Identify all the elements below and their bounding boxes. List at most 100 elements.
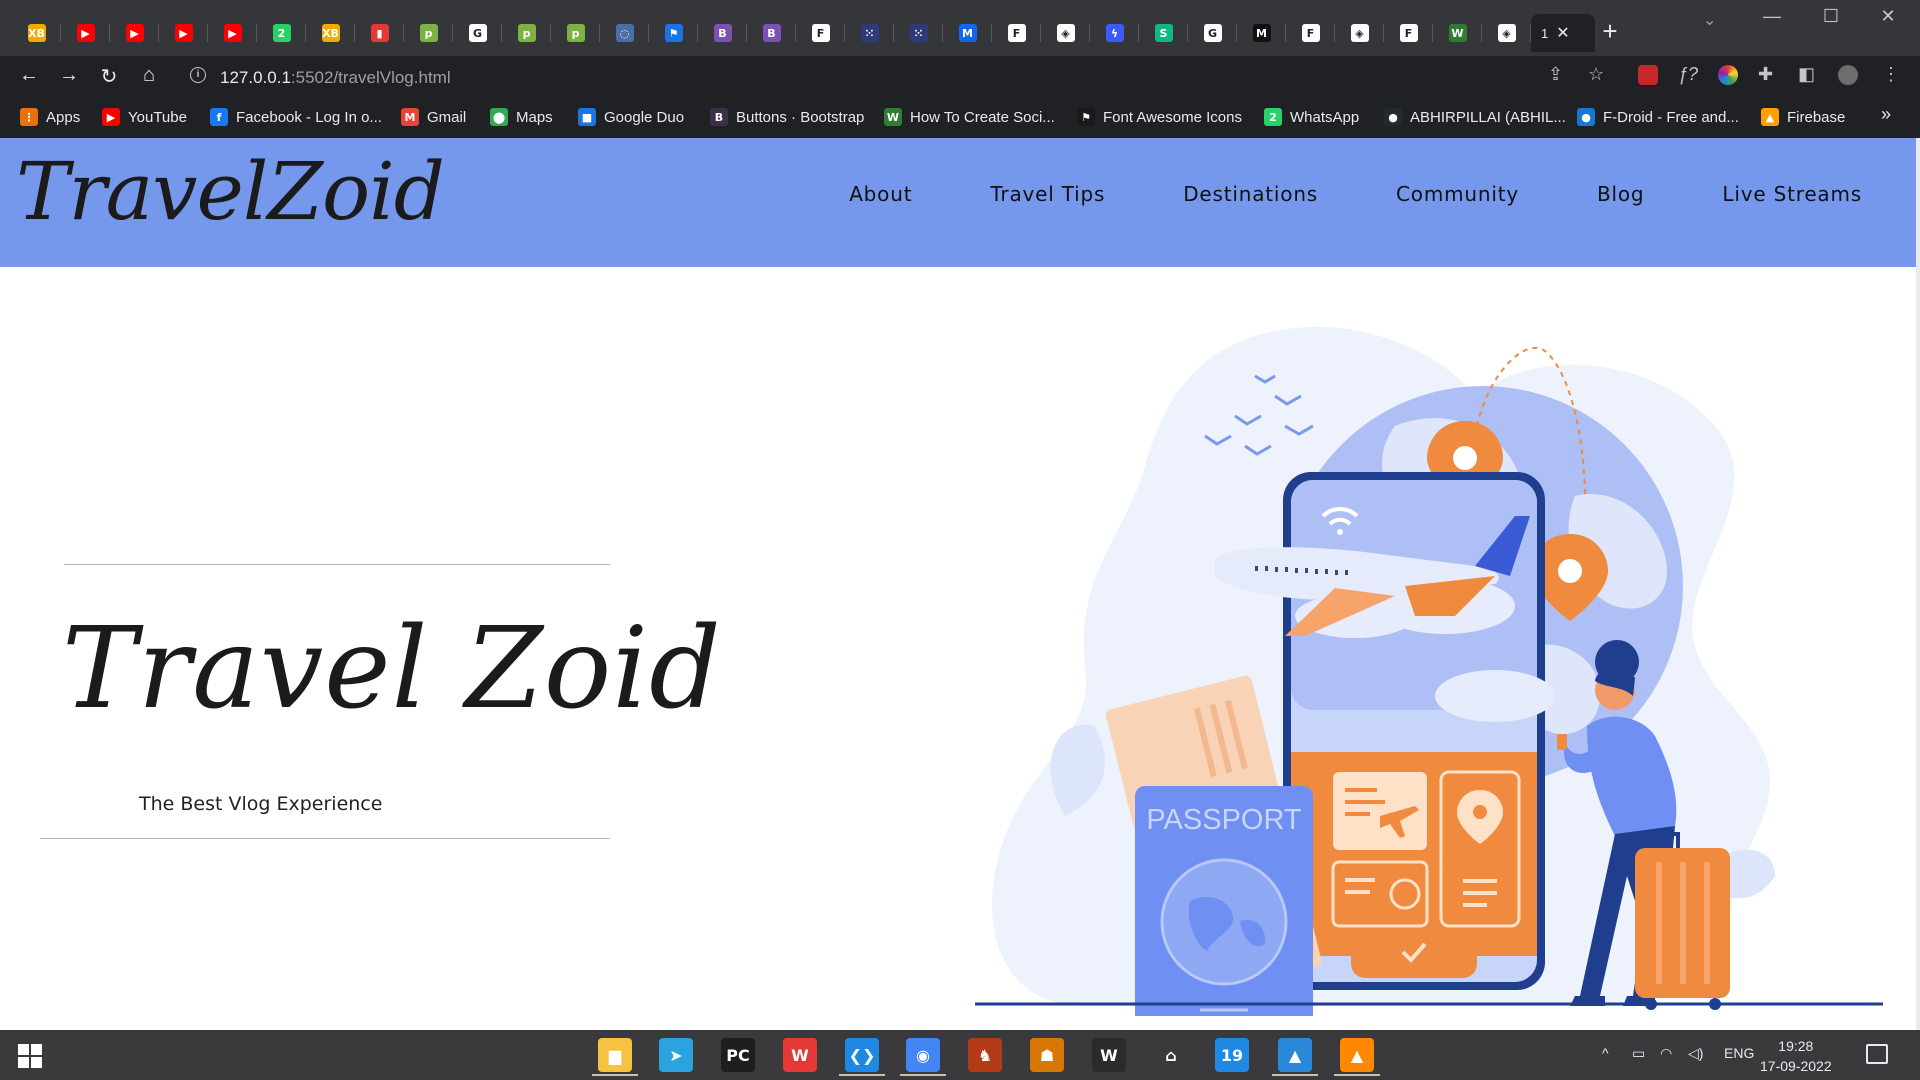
- browser-tab[interactable]: G: [453, 14, 502, 52]
- browser-tab[interactable]: ⚑: [649, 14, 698, 52]
- volume-icon[interactable]: ◁): [1688, 1045, 1703, 1062]
- browser-tab[interactable]: ▶: [208, 14, 257, 52]
- maximize-icon[interactable]: ☐: [1811, 6, 1851, 27]
- nav-link-about[interactable]: About: [849, 182, 912, 206]
- bookmark-item[interactable]: f Facebook - Log In o...: [210, 108, 382, 126]
- w-icon: W: [1448, 24, 1467, 42]
- browser-tab[interactable]: ▶: [61, 14, 110, 52]
- wps-icon[interactable]: W: [783, 1038, 817, 1072]
- tab-search-icon[interactable]: ⌄: [1703, 10, 1716, 30]
- new-tab-button[interactable]: +: [1596, 18, 1624, 46]
- browser-tab[interactable]: F: [992, 14, 1041, 52]
- game-icon[interactable]: ♞: [968, 1038, 1002, 1072]
- browser-tab[interactable]: F: [1384, 14, 1433, 52]
- file-explorer-icon[interactable]: ▆: [592, 1038, 638, 1076]
- browser-tab[interactable]: ▮: [355, 14, 404, 52]
- pycharm-icon[interactable]: PC: [721, 1038, 755, 1072]
- browser-tab[interactable]: p: [502, 14, 551, 52]
- wordpress-icon[interactable]: W: [1092, 1038, 1126, 1072]
- bookmarks-overflow-icon[interactable]: »: [1881, 104, 1891, 125]
- browser-tab[interactable]: ⁙: [845, 14, 894, 52]
- tray-overflow-icon[interactable]: ^: [1602, 1045, 1609, 1061]
- browser-tab[interactable]: W: [1433, 14, 1482, 52]
- browser-tab[interactable]: ◈: [1482, 14, 1531, 52]
- extension-calendar-icon[interactable]: [1638, 65, 1658, 85]
- bookmark-item[interactable]: ● ABHIRPILLAI (ABHIL...: [1384, 108, 1566, 126]
- bookmark-item[interactable]: ⚑ Font Awesome Icons: [1077, 108, 1242, 126]
- bookmark-item[interactable]: ⋮ Apps: [20, 108, 80, 126]
- game-icon[interactable]: ☗: [1030, 1038, 1064, 1072]
- browser-tab[interactable]: XB: [306, 14, 355, 52]
- browser-tab[interactable]: M: [943, 14, 992, 52]
- address-bar[interactable]: i 127.0.0.1:5502/travelVlog.html: [178, 61, 1613, 93]
- browser-tab[interactable]: ⁙: [894, 14, 943, 52]
- system-clock[interactable]: 19:28 17-09-2022: [1760, 1036, 1832, 1076]
- browser-tab[interactable]: ◈: [1041, 14, 1090, 52]
- bookmark-item[interactable]: ▲ Firebase: [1761, 108, 1845, 126]
- browser-tab[interactable]: ◌: [600, 14, 649, 52]
- bookmark-item[interactable]: ⬤ Maps: [490, 108, 553, 126]
- browser-tab[interactable]: B: [698, 14, 747, 52]
- extensions-puzzle-icon[interactable]: ✚: [1758, 64, 1773, 85]
- calendar-icon[interactable]: 19: [1215, 1038, 1249, 1072]
- browser-tab[interactable]: B: [747, 14, 796, 52]
- bookmark-item[interactable]: M Gmail: [401, 108, 466, 126]
- nav-link-destinations[interactable]: Destinations: [1183, 182, 1318, 206]
- bookmark-item[interactable]: ■ Google Duo: [578, 108, 684, 126]
- browser-tab[interactable]: ◈: [1335, 14, 1384, 52]
- share-icon[interactable]: ⇪: [1548, 64, 1563, 85]
- forward-arrow-icon[interactable]: →: [54, 64, 84, 87]
- url-text[interactable]: 127.0.0.1:5502/travelVlog.html: [220, 68, 451, 88]
- bookmark-item[interactable]: W How To Create Soci...: [884, 108, 1055, 126]
- browser-tab[interactable]: XB: [12, 14, 61, 52]
- reload-icon[interactable]: ↻: [94, 64, 124, 89]
- extension-colorpicker-icon[interactable]: [1718, 65, 1738, 85]
- browser-tab[interactable]: S: [1139, 14, 1188, 52]
- bookmark-item[interactable]: B Buttons · Bootstrap: [710, 108, 864, 126]
- browser-tab-active[interactable]: 1 ✕: [1531, 14, 1595, 52]
- back-arrow-icon[interactable]: ←: [14, 64, 44, 87]
- home-icon[interactable]: ⌂: [134, 64, 164, 87]
- side-panel-icon[interactable]: ◧: [1798, 64, 1815, 85]
- bookmark-item[interactable]: 2 WhatsApp: [1264, 108, 1359, 126]
- windows-start-icon[interactable]: [18, 1044, 42, 1068]
- profile-avatar[interactable]: [1838, 65, 1858, 85]
- extension-fx-icon[interactable]: ƒ?: [1678, 64, 1698, 85]
- notification-center-icon[interactable]: [1866, 1044, 1888, 1064]
- browser-tab[interactable]: 2: [257, 14, 306, 52]
- nav-link-blog[interactable]: Blog: [1597, 182, 1644, 206]
- photos-icon[interactable]: ▲: [1272, 1038, 1318, 1076]
- menu-kebab-icon[interactable]: ⋮: [1882, 64, 1900, 85]
- nav-link-travel-tips[interactable]: Travel Tips: [990, 182, 1105, 206]
- site-logo[interactable]: TravelZoid: [16, 152, 445, 232]
- vlc-icon[interactable]: ▲: [1334, 1038, 1380, 1076]
- battery-icon[interactable]: ▭: [1632, 1045, 1645, 1062]
- close-tab-icon[interactable]: ✕: [1556, 23, 1569, 43]
- browser-tab[interactable]: G: [1188, 14, 1237, 52]
- bookmark-item[interactable]: ▶ YouTube: [102, 108, 187, 126]
- minimize-icon[interactable]: —: [1752, 6, 1792, 27]
- hero-divider-bottom: [40, 838, 610, 839]
- browser-tab[interactable]: ▶: [110, 14, 159, 52]
- nav-link-community[interactable]: Community: [1396, 182, 1519, 206]
- game-icon[interactable]: ⌂: [1154, 1038, 1188, 1072]
- browser-tab[interactable]: F: [1286, 14, 1335, 52]
- site-info-icon[interactable]: i: [190, 67, 206, 83]
- browser-tab[interactable]: F: [796, 14, 845, 52]
- language-indicator[interactable]: ENG: [1724, 1045, 1754, 1061]
- browser-tab[interactable]: ▶: [159, 14, 208, 52]
- star-bookmark-icon[interactable]: ☆: [1588, 64, 1604, 85]
- codepen-icon: ◈: [1056, 24, 1075, 42]
- vscode-icon[interactable]: ❮❯: [839, 1038, 885, 1076]
- browser-tab[interactable]: ϟ: [1090, 14, 1139, 52]
- browser-tab[interactable]: p: [404, 14, 453, 52]
- chrome-icon[interactable]: ◉: [900, 1038, 946, 1076]
- browser-tab[interactable]: M: [1237, 14, 1286, 52]
- bookmark-item[interactable]: ● F-Droid - Free and...: [1577, 108, 1739, 126]
- browser-tab[interactable]: p: [551, 14, 600, 52]
- telegram-icon[interactable]: ➤: [659, 1038, 693, 1072]
- close-window-icon[interactable]: ✕: [1868, 6, 1908, 27]
- page-scrollbar[interactable]: [1916, 138, 1920, 1030]
- nav-link-live-streams[interactable]: Live Streams: [1722, 182, 1862, 206]
- wifi-tray-icon[interactable]: ◠: [1660, 1045, 1672, 1062]
